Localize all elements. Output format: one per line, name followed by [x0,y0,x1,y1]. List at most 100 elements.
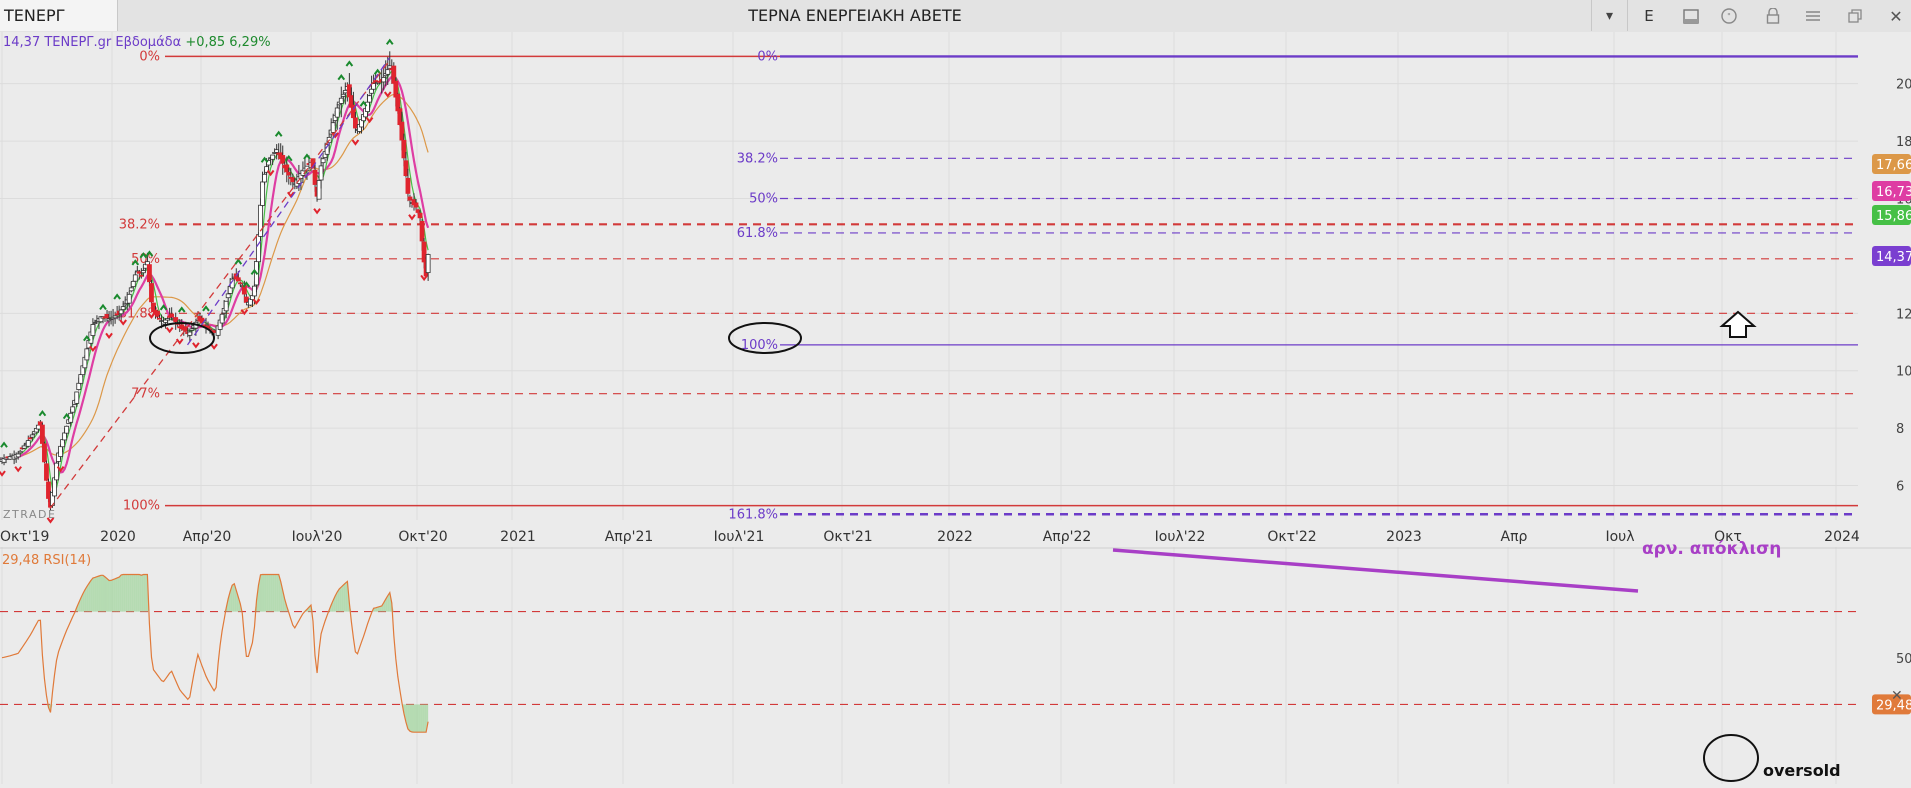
candle [335,108,339,117]
candle [382,77,386,81]
rsi-overbought-fill [93,577,95,611]
menu-icon[interactable] [1800,4,1826,28]
symbol-input[interactable]: ΤΕΝΕΡΓ [0,0,118,31]
rsi-overbought-fill [343,583,345,611]
rsi-overbought-fill [111,580,113,612]
x-tick-label: Απρ'22 [1043,529,1092,545]
price-chart-svg: 0%38.2%50%61.8%77%100%0%38.2%50%61.8%100… [0,32,1911,784]
candle [42,444,46,462]
rsi-overbought-fill [273,574,275,611]
rsi-oversold-fill [408,704,410,731]
candle [370,89,374,93]
comment-icon[interactable]: " [1716,4,1742,28]
candle [59,446,63,456]
candle [404,161,408,176]
rsi-overbought-fill [141,574,143,611]
candle [174,318,178,322]
candle [85,349,89,360]
candle [420,221,424,241]
candle [418,213,422,218]
candle [244,297,248,302]
svg-text:": " [1727,12,1731,21]
y-tick-label: 6 [1896,480,1904,495]
x-tick-label: 2022 [937,529,973,545]
candle [400,122,404,140]
candle [224,301,228,311]
y-tick-label: 12 [1896,307,1911,322]
candle [347,85,351,97]
candle [386,70,390,75]
candle [378,81,382,82]
chevron-down-icon[interactable]: ▾ [1591,0,1628,31]
rsi-overbought-fill [133,574,135,611]
rsi-overbought-fill [91,578,93,612]
fib-left-label: 0% [139,49,160,64]
x-tick-label: Ιουλ'22 [1155,529,1206,545]
rsi-overbought-fill [137,574,139,611]
candle [416,210,420,213]
fib-left-label: 38.2% [119,217,160,232]
candle [238,283,242,284]
y-tick-label: 20 [1896,78,1911,93]
candle [256,235,260,262]
close-icon[interactable]: ✕ [1883,4,1909,28]
price-info-text: 14,37 ΤΕΝΕΡΓ.gr Εβδομάδα +0,85 6,29% [3,35,271,50]
candle [147,265,151,282]
candle [261,182,265,206]
rsi-y-tick-label: 50 [1896,652,1911,667]
e-button[interactable]: E [1636,4,1662,28]
candle [156,311,160,316]
chart-area[interactable]: 0%38.2%50%61.8%77%100%0%38.2%50%61.8%100… [0,32,1911,784]
y-tick-label: 18 [1896,135,1911,150]
candle [184,327,188,332]
candle [343,90,347,92]
candle [16,454,20,457]
x-tick-label: Ιουλ'21 [714,529,765,545]
x-tick-label: Απρ'21 [605,529,654,545]
price-tag-label: 17,66 [1876,158,1911,173]
candle [75,392,79,403]
candle [71,407,75,412]
rsi-overbought-fill [95,577,97,612]
candle [263,174,267,182]
restore-window-icon[interactable] [1842,4,1868,28]
rsi-oversold-fill [414,704,416,732]
x-tick-label: 2023 [1386,529,1422,545]
price-tag-label: 14,37 [1876,250,1911,265]
candle [22,446,26,448]
candle [36,425,40,429]
candle [313,170,317,184]
document-icon[interactable] [1678,4,1704,28]
fib-right-label: 0% [757,49,778,64]
rsi-overbought-fill [127,574,129,611]
rsi-overbought-fill [139,574,141,611]
candle [149,284,153,302]
candle [141,271,145,273]
candle [287,172,291,175]
candle [275,150,279,153]
candle [18,451,22,452]
price-tag-label: 15,86 [1876,209,1911,224]
rsi-overbought-fill [97,576,99,612]
rsi-overbought-fill [117,577,119,612]
candle [61,440,65,447]
rsi-overbought-fill [263,574,265,611]
candle [40,425,44,443]
candle [79,375,83,384]
title-bar: ΤΕΝΕΡΓ ΤΕΡΝΑ ΕΝΕΡΓΕΙΑΚΗ ΑΒΕΤΕ ▾ E " ✕ [0,0,1911,33]
rsi-oversold-fill [424,704,426,732]
y-tick-label: 8 [1896,422,1904,437]
oversold-label: oversold [1763,761,1841,780]
rsi-overbought-fill [261,574,263,611]
lock-icon[interactable] [1760,4,1786,28]
x-tick-label: 2020 [100,529,136,545]
candle [38,422,42,425]
rsi-overbought-fill [267,574,269,611]
candle [127,294,131,303]
rsi-oversold-fill [412,704,414,732]
x-tick-label: Οκτ'19 [0,529,49,545]
candle [285,165,289,172]
rsi-overbought-fill [275,574,277,611]
candle [113,316,117,318]
window-title: ΤΕΡΝΑ ΕΝΕΡΓΕΙΑΚΗ ΑΒΕΤΕ [580,0,1130,31]
